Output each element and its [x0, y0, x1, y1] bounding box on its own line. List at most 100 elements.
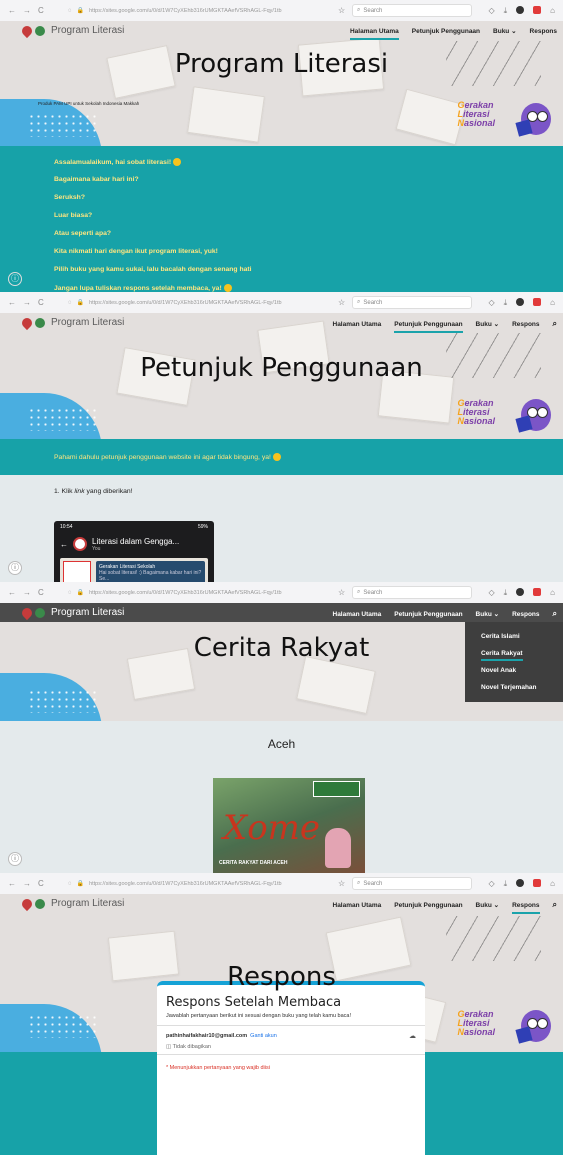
pocket-icon[interactable]: ◇ — [488, 298, 494, 308]
shared-link-thumbnail — [63, 561, 91, 582]
nav-response[interactable]: Respons — [512, 321, 539, 328]
chevron-down-icon: ⌄ — [493, 902, 500, 909]
menu-icon[interactable]: ⌂ — [550, 588, 555, 598]
nav-home[interactable]: Halaman Utama — [333, 321, 382, 328]
browser-search-input[interactable]: ⌕ Search — [352, 877, 472, 890]
url-bar[interactable]: ◌ 🔒 https://sites.google.com/u/0/d/1W7CyXE… — [68, 299, 338, 307]
nav-home[interactable]: Halaman Utama — [333, 611, 382, 618]
info-icon[interactable]: ⓘ — [8, 561, 22, 575]
addon-icon[interactable] — [533, 878, 542, 887]
forward-icon[interactable]: → — [23, 879, 31, 888]
download-icon[interactable]: ⤓ — [504, 588, 508, 598]
main-nav: Halaman Utama Petunjuk Penggunaan Buku ⌄… — [333, 609, 563, 619]
reload-icon[interactable]: C — [38, 588, 44, 597]
nav-books[interactable]: Buku ⌄ — [476, 610, 500, 618]
menu-icon[interactable]: ⌂ — [550, 298, 555, 308]
extension-icon[interactable] — [516, 297, 525, 306]
url-bar[interactable]: ◌ 🔒 https://sites.google.com/u/0/d/1W7CyXE… — [68, 7, 338, 15]
browser-search-input[interactable]: ⌕ Search — [352, 4, 472, 17]
nav-guide[interactable]: Petunjuk Penggunaan — [412, 28, 480, 35]
forward-icon[interactable]: → — [23, 6, 31, 15]
menu-icon[interactable]: ⌂ — [550, 879, 555, 889]
nav-response[interactable]: Respons — [530, 28, 557, 35]
pocket-icon[interactable]: ◇ — [488, 879, 494, 889]
dropdown-item-folk-tales[interactable]: Cerita Rakyat — [465, 645, 563, 662]
header-banner: Program Literasi Halaman Utama Petunjuk … — [0, 21, 563, 146]
extension-icon[interactable] — [516, 587, 525, 596]
logo-heart-icon — [19, 23, 35, 38]
extension-icon[interactable] — [516, 5, 525, 14]
bookmark-star-icon[interactable]: ☆ — [338, 588, 352, 597]
page-title: Petunjuk Penggunaan — [140, 353, 423, 383]
back-icon[interactable]: ← — [8, 588, 16, 597]
back-icon[interactable]: ← — [8, 879, 16, 888]
screen-home: ← → C ◌ 🔒 https://sites.google.com/u/0/d/1W7… — [0, 0, 563, 292]
shield-icon: ◌ — [68, 880, 72, 887]
nav-home[interactable]: Halaman Utama — [333, 902, 382, 909]
url-bar[interactable]: ◌ 🔒 https://sites.google.com/u/0/d/1W7CyXE… — [68, 589, 338, 597]
shared-link-bubble: Gerakan Literasi Sekolah Hai sobat litera… — [96, 561, 205, 582]
extension-icon[interactable] — [516, 878, 525, 887]
addon-icon[interactable] — [533, 297, 542, 306]
site-brand[interactable]: Program Literasi — [19, 605, 124, 620]
download-icon[interactable]: ⤓ — [504, 6, 508, 16]
site-brand[interactable]: Program Literasi — [19, 23, 124, 38]
dropdown-item-kids-novel[interactable]: Novel Anak — [465, 662, 563, 679]
site-search-icon[interactable]: ⌕ — [553, 609, 557, 619]
forward-icon[interactable]: → — [23, 298, 31, 307]
reload-icon[interactable]: C — [38, 879, 44, 888]
browser-search-input[interactable]: ⌕ Search — [352, 296, 472, 309]
header-banner: Program Literasi Halaman Utama Petunjuk … — [0, 313, 563, 439]
nav-books[interactable]: Buku ⌄ — [476, 901, 500, 909]
download-icon[interactable]: ⤓ — [504, 879, 508, 889]
site-search-icon[interactable]: ⌕ — [553, 900, 557, 910]
addon-icon[interactable] — [533, 5, 542, 14]
url-bar[interactable]: ◌ 🔒 https://sites.google.com/u/0/d/1W7CyXE… — [68, 880, 338, 888]
reload-icon[interactable]: C — [38, 6, 44, 15]
nav-books[interactable]: Buku ⌄ — [476, 320, 500, 328]
browser-search-input[interactable]: ⌕ Search — [352, 586, 472, 599]
lock-icon: 🔒 — [76, 881, 85, 887]
logo-heart-icon — [19, 315, 35, 330]
page-title: Respons — [227, 962, 336, 992]
bookmark-star-icon[interactable]: ☆ — [338, 6, 352, 15]
intro-section: Pahami dahulu petunjuk penggunaan websit… — [0, 439, 563, 475]
logo-heart-icon — [19, 605, 35, 620]
site-brand[interactable]: Program Literasi — [19, 315, 124, 330]
message-line: Atau seperti apa? — [54, 230, 112, 237]
message-line: Seruksh? — [54, 194, 85, 201]
bookmark-star-icon[interactable]: ☆ — [338, 298, 352, 307]
main-nav: Halaman Utama Petunjuk Penggunaan Buku ⌄… — [333, 319, 563, 333]
info-icon[interactable]: ⓘ — [8, 272, 22, 286]
back-icon[interactable]: ← — [8, 6, 16, 15]
logo-circle-icon — [35, 317, 45, 328]
nav-guide[interactable]: Petunjuk Penggunaan — [394, 321, 463, 333]
mascot-image — [515, 1006, 555, 1046]
switch-account-link[interactable]: Ganti akun — [250, 1033, 277, 1039]
download-icon[interactable]: ⤓ — [504, 298, 508, 308]
book-cover-image[interactable]: Xome CERITA RAKYAT DARI ACEH — [213, 778, 365, 873]
page-title: Program Literasi — [174, 49, 389, 79]
site-search-icon[interactable]: ⌕ — [553, 319, 557, 329]
info-icon[interactable]: ⓘ — [8, 852, 22, 866]
nav-response[interactable]: Respons — [512, 611, 539, 618]
nav-response[interactable]: Respons — [512, 902, 540, 914]
back-icon[interactable]: ← — [8, 298, 16, 307]
shield-icon: ◌ — [68, 299, 72, 306]
dropdown-item-islamic[interactable]: Cerita Islami — [465, 628, 563, 645]
dropdown-item-translated-novel[interactable]: Novel Terjemahan — [465, 679, 563, 696]
menu-icon[interactable]: ⌂ — [550, 6, 555, 16]
decor-dots — [28, 689, 98, 713]
pocket-icon[interactable]: ◇ — [488, 588, 494, 598]
reload-icon[interactable]: C — [38, 298, 44, 307]
nav-home[interactable]: Halaman Utama — [349, 28, 399, 40]
nav-books[interactable]: Buku ⌄ — [493, 27, 517, 35]
bookmark-star-icon[interactable]: ☆ — [338, 879, 352, 888]
pocket-icon[interactable]: ◇ — [488, 6, 494, 16]
forward-icon[interactable]: → — [23, 588, 31, 597]
nav-guide[interactable]: Petunjuk Penggunaan — [394, 902, 462, 909]
nav-guide[interactable]: Petunjuk Penggunaan — [394, 611, 462, 618]
addon-icon[interactable] — [533, 587, 542, 596]
site-brand[interactable]: Program Literasi — [19, 896, 124, 911]
tales-content: Aceh Xome CERITA RAKYAT DARI ACEH ⓘ — [0, 721, 563, 873]
